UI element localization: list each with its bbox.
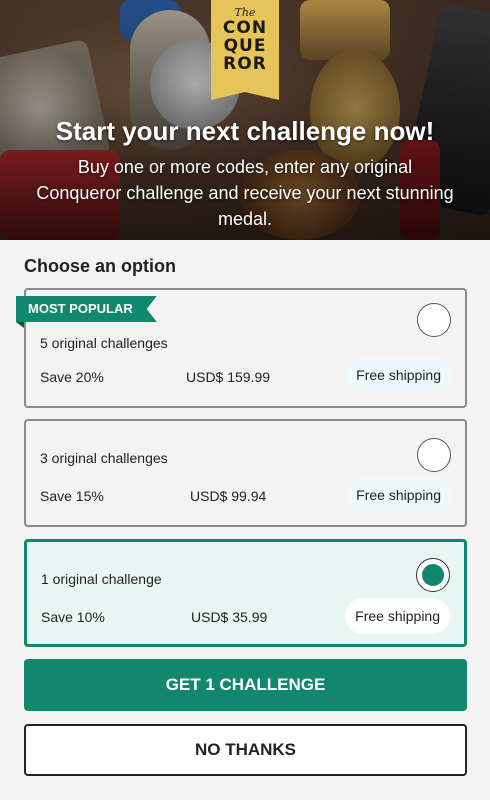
section-title: Choose an option xyxy=(24,256,176,276)
option-name: 1 original challenge xyxy=(41,571,162,587)
most-popular-badge: MOST POPULAR xyxy=(16,296,157,322)
conqueror-logo: The CON QUE ROR xyxy=(211,0,279,100)
ribbon-fold xyxy=(16,322,24,328)
option-savings: Save 10% xyxy=(41,609,105,625)
get-challenge-button[interactable]: GET 1 CHALLENGE xyxy=(24,659,467,711)
option-savings: Save 20% xyxy=(40,369,104,385)
option-3-challenges[interactable]: 3 original challenges Save 15% USD$ 99.9… xyxy=(24,419,467,527)
hero-banner: The CON QUE ROR Start your next challeng… xyxy=(0,0,490,240)
hero-subtitle: Buy one or more codes, enter any origina… xyxy=(36,157,454,229)
radio-button[interactable] xyxy=(417,438,451,472)
option-1-challenge[interactable]: 1 original challenge Save 10% USD$ 35.99… xyxy=(24,539,467,647)
free-shipping-badge: Free shipping xyxy=(346,357,451,393)
option-name: 5 original challenges xyxy=(40,335,168,351)
option-price: USD$ 35.99 xyxy=(191,609,268,625)
free-shipping-badge: Free shipping xyxy=(345,598,450,634)
free-shipping-badge: Free shipping xyxy=(346,477,451,513)
option-savings: Save 15% xyxy=(40,488,104,504)
logo-line: ROR xyxy=(223,54,267,74)
radio-button[interactable] xyxy=(417,303,451,337)
logo-line: CON xyxy=(222,18,268,38)
logo-line: QUE xyxy=(223,36,267,56)
radio-button-selected[interactable] xyxy=(416,558,450,592)
hero-title: Start your next challenge now! xyxy=(55,116,435,146)
no-thanks-button[interactable]: NO THANKS xyxy=(24,724,467,776)
radio-dot xyxy=(422,564,444,586)
option-price: USD$ 159.99 xyxy=(186,369,271,385)
option-name: 3 original challenges xyxy=(40,450,168,466)
option-price: USD$ 99.94 xyxy=(190,488,267,504)
